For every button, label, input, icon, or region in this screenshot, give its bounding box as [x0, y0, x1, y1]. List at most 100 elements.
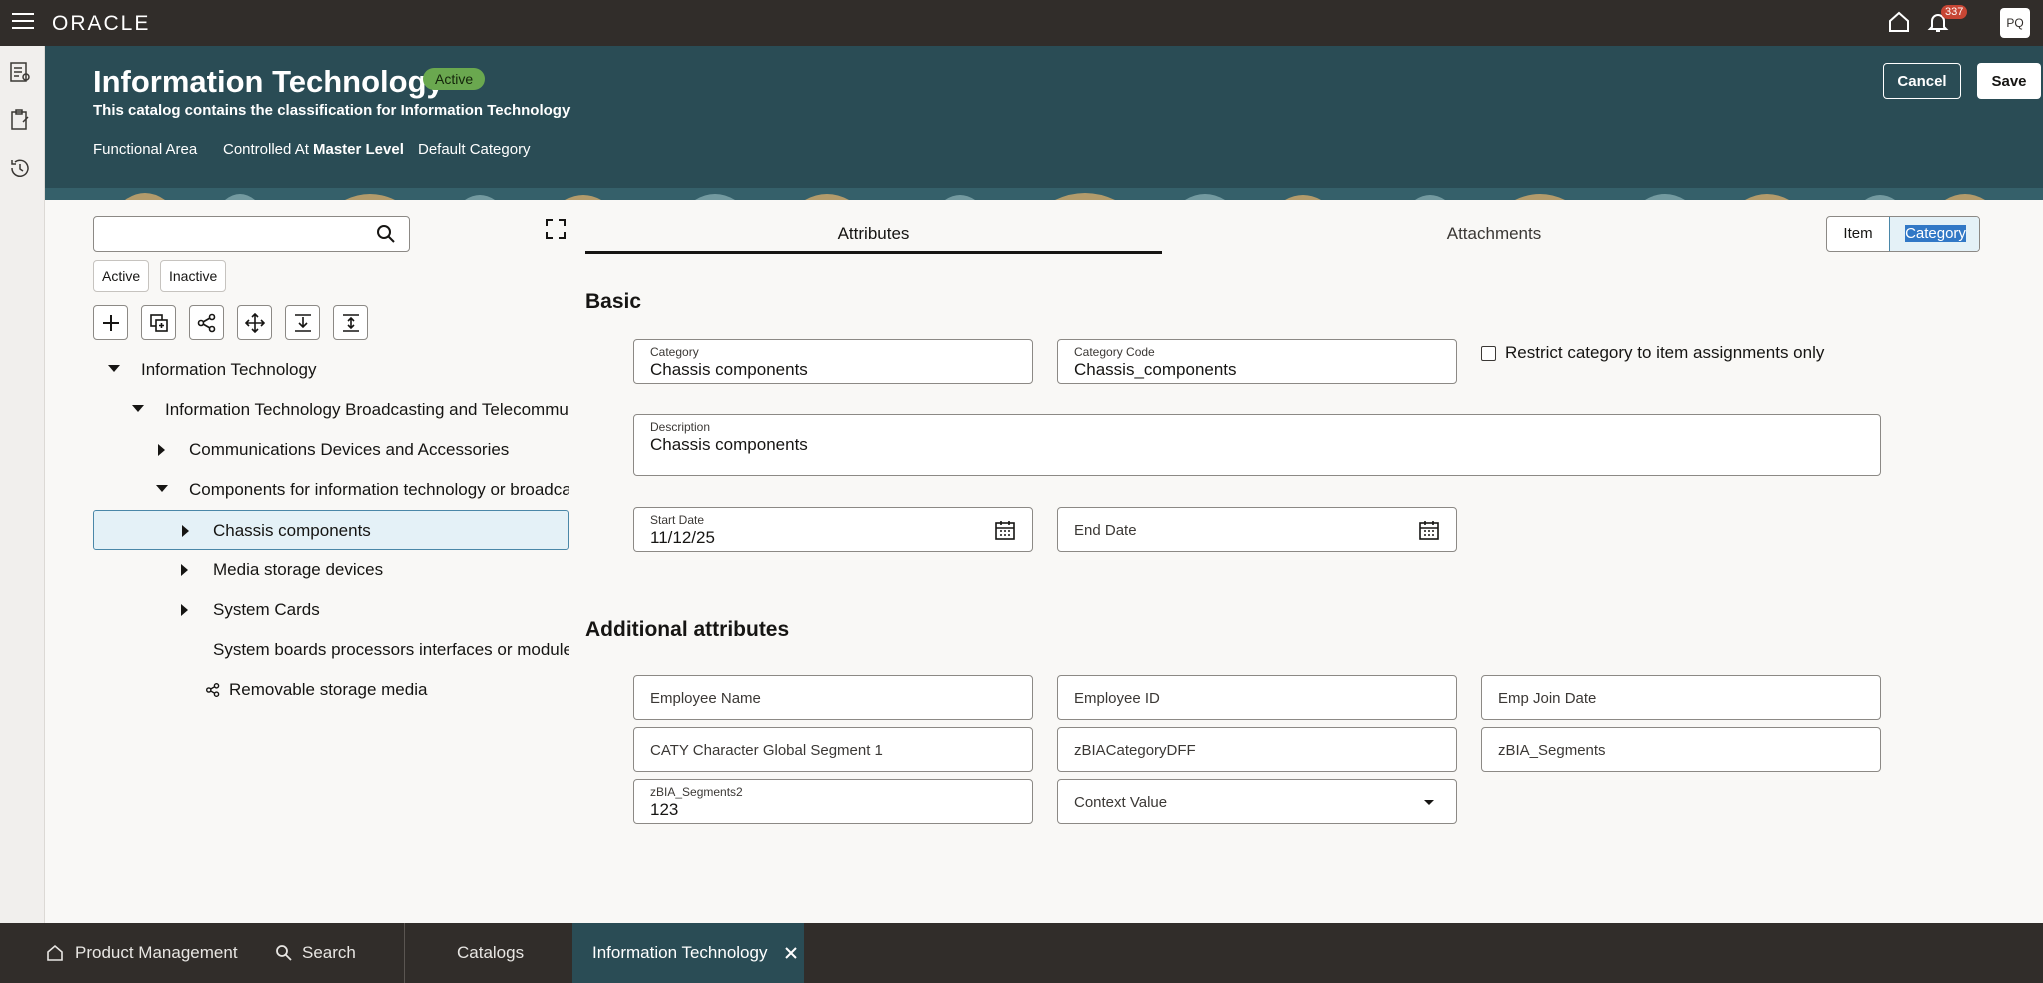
- view-category-label: Category: [1905, 225, 1966, 242]
- share-button[interactable]: [189, 305, 224, 340]
- employee-name-field[interactable]: Employee Name: [633, 675, 1033, 720]
- tab-attributes[interactable]: Attributes: [585, 214, 1162, 254]
- tree-node[interactable]: Media storage devices: [93, 550, 569, 590]
- nav-catalogs[interactable]: Catalogs: [457, 923, 524, 983]
- search-icon[interactable]: [376, 224, 396, 244]
- section-basic-title: Basic: [585, 290, 642, 313]
- zbia-segments-field[interactable]: zBIA_Segments: [1481, 727, 1881, 772]
- tree-node-label: Components for information technology or…: [189, 480, 569, 499]
- move-button[interactable]: [237, 305, 272, 340]
- page-title: Information Technology: [93, 64, 444, 99]
- expand-all-button[interactable]: [285, 305, 320, 340]
- tree-node-selected[interactable]: Chassis components: [93, 510, 569, 550]
- section-additional-title: Additional attributes: [585, 618, 790, 641]
- tree-node-label: Media storage devices: [213, 560, 384, 579]
- tree-node[interactable]: Information Technology: [93, 350, 569, 390]
- duplicate-icon: [150, 314, 168, 332]
- history-icon[interactable]: [8, 156, 32, 180]
- nav-tab-label: Information Technology: [592, 943, 768, 962]
- caret-right-icon[interactable]: [158, 444, 165, 456]
- tree-node[interactable]: Information Technology Broadcasting and …: [93, 390, 569, 430]
- field-placeholder: End Date: [1074, 522, 1137, 539]
- field-placeholder: Emp Join Date: [1498, 690, 1597, 707]
- field-placeholder: CATY Character Global Segment 1: [650, 742, 883, 759]
- oracle-logo[interactable]: ORACLE: [52, 12, 150, 36]
- user-avatar[interactable]: PQ: [2000, 8, 2030, 38]
- view-toggle: Item Category: [1826, 216, 1980, 252]
- context-value-select[interactable]: Context Value: [1057, 779, 1457, 824]
- cancel-button[interactable]: Cancel: [1883, 63, 1961, 99]
- field-value: 11/12/25: [650, 528, 715, 547]
- caret-down-icon[interactable]: [132, 405, 144, 412]
- duplicate-button[interactable]: [141, 305, 176, 340]
- field-value: Chassis components: [650, 360, 808, 379]
- start-date-field[interactable]: Start Date 11/12/25: [633, 507, 1033, 552]
- home-icon[interactable]: [1887, 10, 1911, 34]
- clipboard-icon[interactable]: [8, 108, 32, 132]
- tab-attachments[interactable]: Attachments: [1162, 214, 1826, 254]
- category-field[interactable]: Category Chassis components: [633, 339, 1033, 384]
- field-label: Category: [650, 345, 699, 359]
- move-icon: [245, 313, 265, 333]
- description-field[interactable]: Description Chassis components: [633, 414, 1881, 476]
- top-bar: ORACLE 337 PQ: [0, 0, 2043, 46]
- nav-search[interactable]: Search: [302, 923, 356, 983]
- field-label: zBIA_Segments2: [650, 785, 743, 799]
- view-category-button[interactable]: Category: [1889, 217, 1979, 251]
- add-button[interactable]: [93, 305, 128, 340]
- home-icon: [47, 944, 63, 961]
- category-code-field[interactable]: Category Code Chassis_components: [1057, 339, 1457, 384]
- notification-count-badge: 337: [1941, 5, 1968, 19]
- caret-right-icon[interactable]: [181, 604, 188, 616]
- nav-product-management[interactable]: Product Management: [75, 923, 238, 983]
- calendar-icon[interactable]: [1418, 519, 1440, 541]
- bottom-navigation-bar: Product Management Search Catalogs Infor…: [0, 923, 2043, 983]
- header-decorative-pattern: [45, 188, 2043, 200]
- tree-node-label: Information Technology Broadcasting and …: [165, 400, 569, 419]
- zbia-dff-field[interactable]: zBIACategoryDFF: [1057, 727, 1457, 772]
- nav-information-technology[interactable]: Information Technology: [572, 923, 804, 983]
- share-icon: [206, 683, 220, 697]
- chevron-down-icon[interactable]: [1418, 791, 1440, 813]
- tree-node[interactable]: Components for information technology or…: [93, 470, 569, 510]
- end-date-field[interactable]: End Date: [1057, 507, 1457, 552]
- tree-search-input[interactable]: [93, 216, 410, 252]
- field-label: Start Date: [650, 513, 705, 527]
- tree-node[interactable]: Communications Devices and Accessories: [93, 430, 569, 470]
- default-category-label: Default Category: [418, 141, 531, 158]
- field-placeholder: Employee ID: [1074, 690, 1160, 707]
- field-value: 123: [650, 800, 679, 819]
- tasks-icon[interactable]: [8, 60, 32, 84]
- view-item-button[interactable]: Item: [1827, 217, 1889, 251]
- save-button[interactable]: Save: [1977, 63, 2041, 99]
- field-value: Chassis_components: [1074, 360, 1237, 379]
- emp-join-date-field[interactable]: Emp Join Date: [1481, 675, 1881, 720]
- close-icon[interactable]: [784, 946, 798, 960]
- field-value: Chassis components: [650, 435, 808, 454]
- field-placeholder: Context Value: [1074, 794, 1168, 811]
- tree-node[interactable]: System boards processors interfaces or m…: [93, 630, 569, 670]
- restrict-checkbox[interactable]: [1481, 346, 1496, 361]
- tree-node-label: System Cards: [213, 600, 320, 619]
- collapse-all-button[interactable]: [333, 305, 368, 340]
- filter-inactive-chip[interactable]: Inactive: [160, 260, 227, 292]
- caret-down-icon[interactable]: [108, 365, 120, 372]
- caret-right-icon[interactable]: [182, 525, 189, 537]
- tree-node[interactable]: System Cards: [93, 590, 569, 630]
- expand-all-icon: [295, 314, 311, 332]
- caty-segment-field[interactable]: CATY Character Global Segment 1: [633, 727, 1033, 772]
- menu-icon[interactable]: [12, 13, 34, 31]
- zbia-segments2-field[interactable]: zBIA_Segments2 123: [633, 779, 1033, 824]
- filter-active-chip[interactable]: Active: [93, 260, 150, 292]
- share-icon: [197, 313, 216, 333]
- category-tree: Information Technology Information Techn…: [93, 350, 569, 700]
- tree-node[interactable]: Removable storage media: [93, 670, 569, 700]
- fullscreen-icon[interactable]: [545, 218, 567, 240]
- functional-area-label: Functional Area: [93, 141, 198, 158]
- caret-right-icon[interactable]: [181, 564, 188, 576]
- employee-id-field[interactable]: Employee ID: [1057, 675, 1457, 720]
- calendar-icon[interactable]: [994, 519, 1016, 541]
- search-icon: [276, 945, 292, 961]
- controlled-at-value: Master Level: [313, 141, 404, 158]
- caret-down-icon[interactable]: [156, 485, 168, 492]
